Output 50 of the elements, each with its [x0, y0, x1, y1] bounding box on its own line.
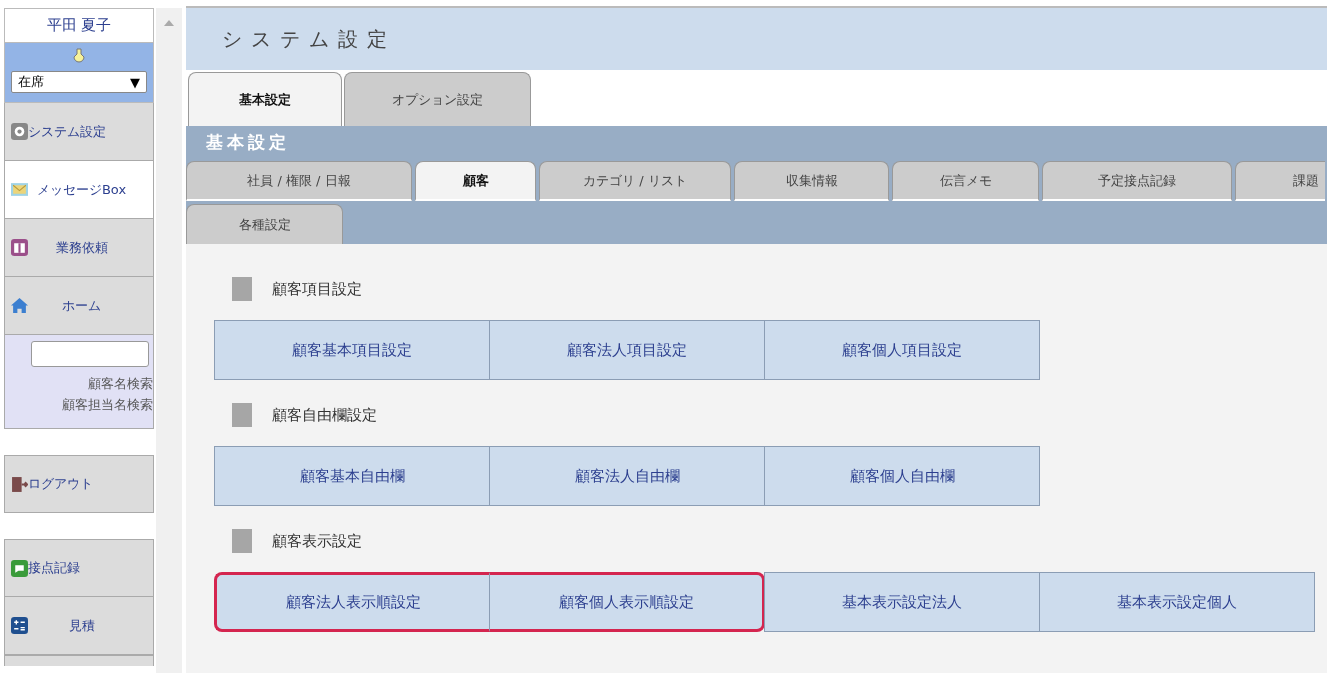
- tab[interactable]: 予定接点記録: [1042, 161, 1232, 201]
- heading-marker: [232, 403, 252, 427]
- tab[interactable]: 社員 / 権限 / 日報: [186, 161, 412, 201]
- heading-marker: [232, 529, 252, 553]
- sidebar-item[interactable]: 接点記録: [4, 539, 154, 597]
- settings-button[interactable]: 顧客個人項目設定: [764, 320, 1040, 380]
- settings-button[interactable]: 顧客基本項目設定: [214, 320, 490, 380]
- heading-marker: [232, 277, 252, 301]
- chat-icon: [11, 559, 28, 577]
- sidebar-item[interactable]: メッセージBox: [4, 161, 154, 219]
- tab[interactable]: 基本設定: [188, 72, 342, 126]
- settings-button[interactable]: 顧客基本自由欄: [214, 446, 490, 506]
- user-name: 平田 夏子: [4, 8, 154, 43]
- tab[interactable]: オプション設定: [344, 72, 531, 126]
- settings-button[interactable]: 顧客個人表示順設定: [489, 572, 765, 632]
- status-select[interactable]: 在席 ▼: [11, 71, 147, 93]
- home-icon: [11, 297, 28, 314]
- tab[interactable]: 課題: [1235, 161, 1325, 201]
- scrollbar[interactable]: [156, 8, 182, 673]
- settings-button[interactable]: 顧客個人自由欄: [764, 446, 1040, 506]
- group-heading: 顧客自由欄設定: [272, 405, 377, 425]
- sidebar-item[interactable]: ログアウト: [4, 455, 154, 513]
- tab[interactable]: 顧客: [415, 161, 536, 201]
- sidebar-item[interactable]: 業務依頼: [4, 219, 154, 277]
- tab[interactable]: 各種設定: [186, 204, 343, 244]
- settings-button[interactable]: 顧客法人自由欄: [489, 446, 765, 506]
- calculator-icon: [11, 617, 28, 634]
- tab[interactable]: 伝言メモ: [892, 161, 1039, 201]
- search-field[interactable]: [31, 341, 149, 367]
- tab[interactable]: カテゴリ / リスト: [539, 161, 731, 201]
- search-link[interactable]: 顧客担当名検索: [62, 394, 153, 415]
- tab[interactable]: 収集情報: [734, 161, 889, 201]
- settings-button[interactable]: 顧客法人項目設定: [489, 320, 765, 380]
- settings-button[interactable]: 基本表示設定個人: [1039, 572, 1315, 632]
- sidebar-item[interactable]: 見積: [4, 597, 154, 655]
- gear-icon: [11, 123, 28, 140]
- settings-button[interactable]: 顧客法人表示順設定: [214, 572, 490, 632]
- sidebar-item[interactable]: ホーム: [4, 277, 154, 335]
- gift-icon: [11, 239, 28, 256]
- group-heading: 顧客項目設定: [272, 279, 362, 299]
- scroll-up-icon[interactable]: [164, 20, 174, 26]
- envelope-icon: [11, 181, 28, 198]
- search-link[interactable]: 顧客名検索: [88, 373, 153, 394]
- settings-button[interactable]: 基本表示設定法人: [764, 572, 1040, 632]
- group-heading: 顧客表示設定: [272, 531, 362, 551]
- sidebar-item[interactable]: [4, 655, 154, 666]
- section-title: 基本設定: [205, 130, 291, 154]
- door-icon: [11, 475, 28, 493]
- page-title: システム設定: [222, 25, 396, 53]
- sidebar-item[interactable]: システム設定: [4, 103, 154, 161]
